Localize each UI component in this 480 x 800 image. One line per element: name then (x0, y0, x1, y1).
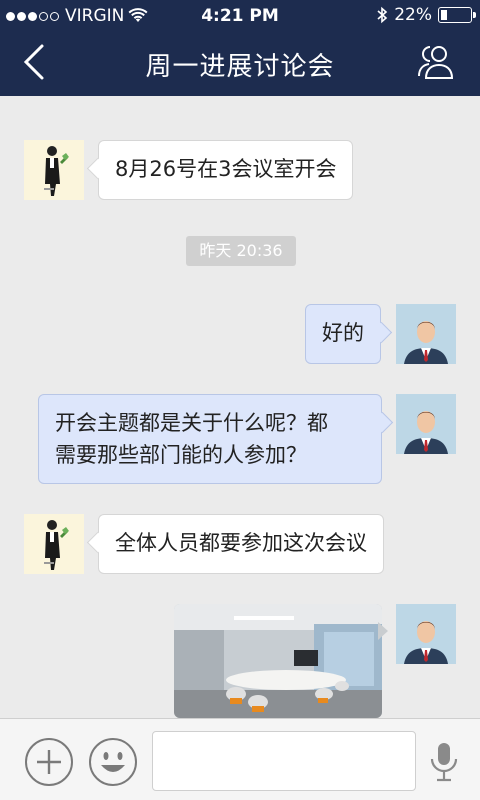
battery-icon (438, 7, 476, 23)
conversation-title: 周一进展讨论会 (145, 52, 335, 82)
people-icon[interactable] (416, 42, 458, 82)
message-text: 全体人员都要参加这次会议 (115, 531, 367, 555)
bot-avatar[interactable] (24, 514, 84, 574)
image-bubble-tail (378, 622, 388, 640)
timestamp-label: 昨天 20:36 (186, 236, 296, 266)
message-text: 8月26号在3会议室开会 (115, 157, 337, 181)
bluetooth-icon (377, 6, 388, 24)
status-bar: VIRGIN 4:21 PM 22% (0, 0, 480, 32)
plus-icon[interactable] (24, 737, 74, 787)
status-right: 22% (376, 5, 476, 25)
businessman-avatar[interactable] (396, 394, 456, 454)
message-bubble-incoming[interactable]: 全体人员都要参加这次会议 (98, 514, 384, 574)
businessman-avatar[interactable] (396, 604, 456, 664)
message-text: 好的 (322, 321, 364, 345)
microphone-icon[interactable] (426, 739, 462, 785)
meeting-room-photo[interactable] (174, 604, 382, 718)
emoji-icon[interactable] (88, 737, 138, 787)
message-text-line: 开会主题都是关于什么呢？都 (55, 411, 328, 435)
message-text-line: 需要那些部门能的人参加？ (55, 443, 307, 467)
message-bubble-outgoing[interactable]: 开会主题都是关于什么呢？都 需要那些部门能的人参加？ (38, 394, 382, 484)
chat-area[interactable]: 8月26号在3会议室开会 昨天 20:36 好的 开会主题都是关于什么呢？都 需… (0, 96, 480, 718)
bot-avatar[interactable] (24, 140, 84, 200)
battery-percent: 22% (394, 5, 432, 25)
message-bubble-incoming[interactable]: 8月26号在3会议室开会 (98, 140, 354, 200)
top-bar: VIRGIN 4:21 PM 22% 周一进展讨论会 (0, 0, 480, 96)
input-bar (0, 718, 480, 800)
businessman-avatar[interactable] (396, 304, 456, 364)
message-bubble-outgoing[interactable]: 好的 (305, 304, 381, 364)
message-input[interactable] (152, 731, 416, 791)
